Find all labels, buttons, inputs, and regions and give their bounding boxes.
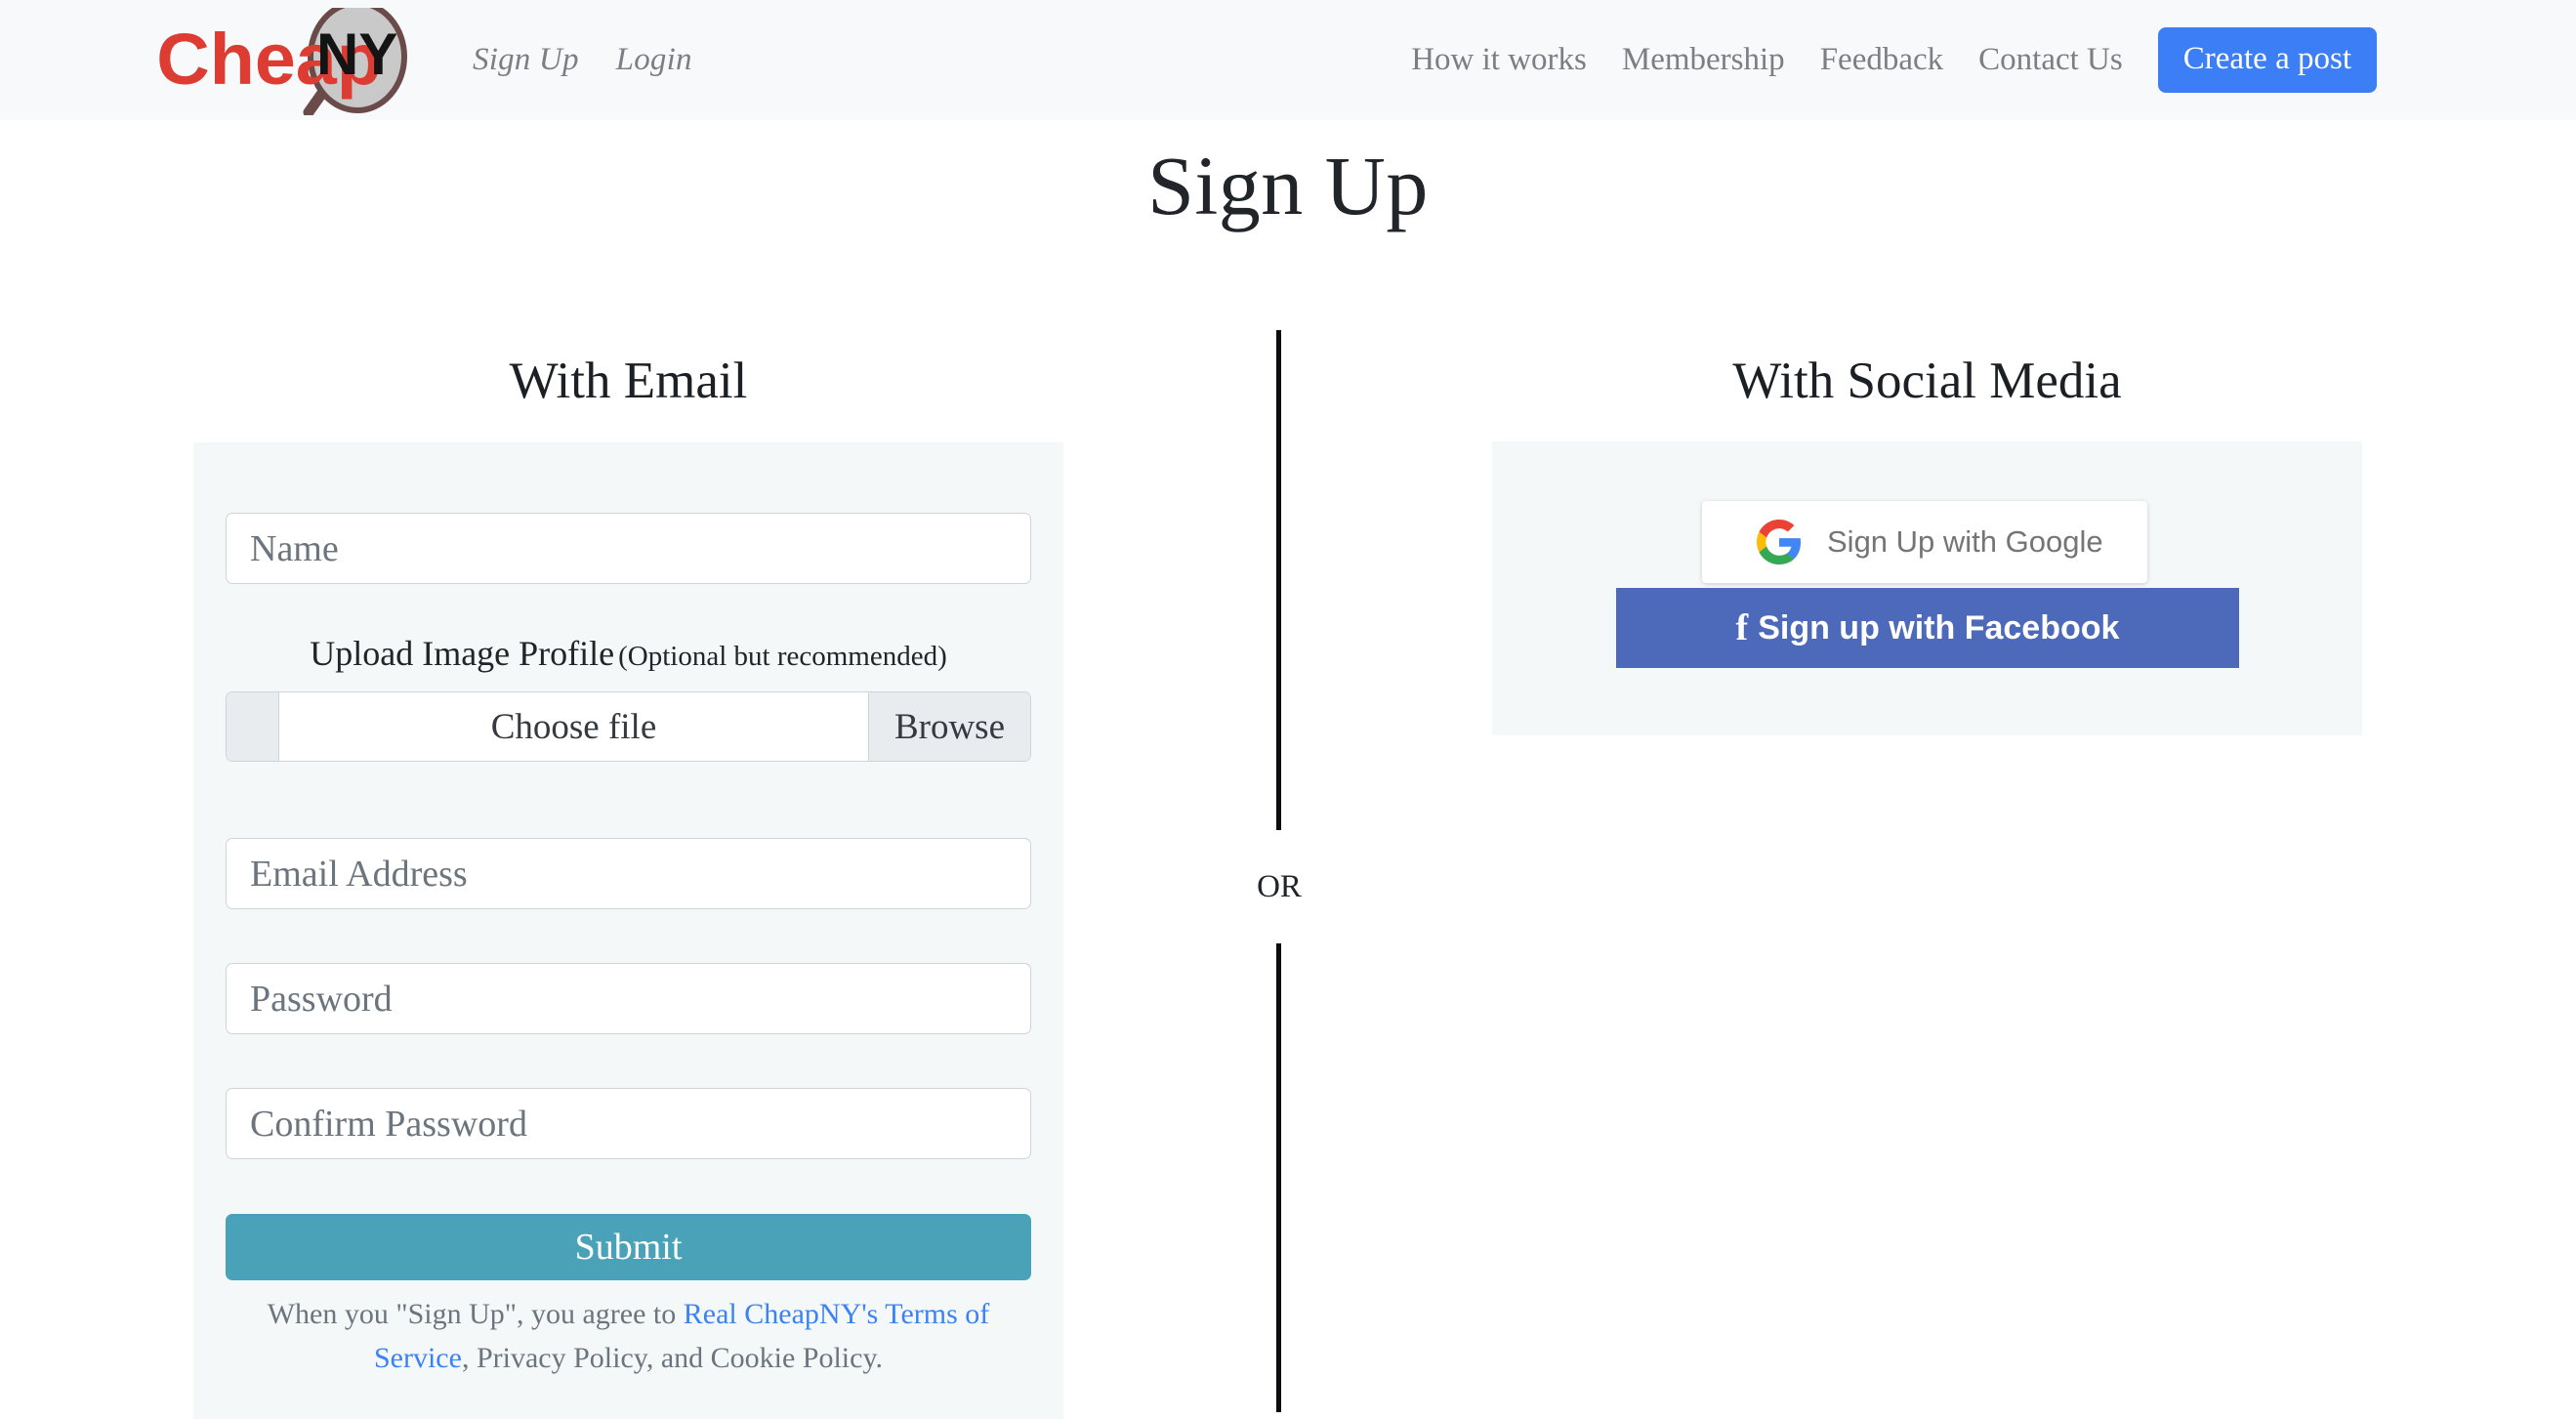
primary-nav-right: How it works Membership Feedback Contact…: [1393, 0, 2377, 120]
with-social-media-heading: With Social Media: [1732, 353, 2122, 409]
sign-up-with-facebook-button[interactable]: f Sign up with Facebook: [1616, 588, 2239, 668]
email-input-placeholder: Email Address: [250, 853, 468, 895]
svg-text:NY: NY: [316, 21, 397, 87]
confirm-password-input-placeholder: Confirm Password: [250, 1103, 527, 1145]
nav-item-login[interactable]: Login: [616, 42, 692, 78]
facebook-f-icon: f: [1735, 607, 1749, 648]
divider-line-top: [1276, 330, 1281, 830]
page-title: Sign Up: [1147, 139, 1429, 232]
name-input[interactable]: Name: [226, 513, 1031, 584]
logo-icon: Cheap NY: [156, 0, 407, 118]
terms-text-after: , Privacy Policy, and Cookie Policy.: [461, 1342, 884, 1374]
or-divider-label: OR: [1257, 869, 1302, 904]
password-input-placeholder: Password: [250, 978, 393, 1020]
file-chosen-text: Choose file: [279, 692, 868, 761]
sign-up-with-google-button[interactable]: Sign Up with Google: [1702, 501, 2147, 583]
email-address-input[interactable]: Email Address: [226, 838, 1031, 909]
upload-label-sub: (Optional but recommended): [618, 641, 947, 672]
google-button-label: Sign Up with Google: [1827, 524, 2103, 559]
upload-label-main: Upload Image Profile: [310, 634, 615, 673]
confirm-password-input[interactable]: Confirm Password: [226, 1088, 1031, 1159]
nav-item-sign-up[interactable]: Sign Up: [473, 42, 579, 78]
file-upload-row[interactable]: Choose file Browse: [226, 691, 1031, 762]
terms-agreement-text: When you "Sign Up", you agree to Real Ch…: [226, 1292, 1031, 1380]
nav-item-membership[interactable]: Membership: [1604, 42, 1803, 78]
site-header: Cheap NY Sign Up Login How it works Memb…: [0, 0, 2576, 120]
with-email-heading: With Email: [509, 353, 748, 409]
social-signup-panel: Sign Up with Google f Sign up with Faceb…: [1492, 441, 2362, 735]
terms-text-before: When you "Sign Up", you agree to: [267, 1298, 684, 1330]
name-input-placeholder: Name: [250, 527, 339, 569]
upload-image-profile-label: Upload Image Profile (Optional but recom…: [226, 633, 1031, 674]
email-signup-form: Name Upload Image Profile (Optional but …: [193, 442, 1063, 1419]
create-a-post-button[interactable]: Create a post: [2157, 27, 2377, 93]
browse-button[interactable]: Browse: [867, 692, 1030, 761]
divider-line-bottom: [1276, 943, 1281, 1412]
nav-item-how-it-works[interactable]: How it works: [1393, 42, 1604, 78]
facebook-button-label: Sign up with Facebook: [1758, 608, 2120, 647]
nav-item-feedback[interactable]: Feedback: [1803, 42, 1961, 78]
password-input[interactable]: Password: [226, 963, 1031, 1034]
google-g-icon: [1757, 520, 1802, 564]
submit-button[interactable]: Submit: [226, 1214, 1031, 1280]
nav-item-contact-us[interactable]: Contact Us: [1961, 42, 2140, 78]
file-input-prefix: [227, 692, 279, 761]
primary-nav-left: Sign Up Login: [473, 0, 692, 120]
logo-cheapny[interactable]: Cheap NY: [145, 0, 437, 118]
